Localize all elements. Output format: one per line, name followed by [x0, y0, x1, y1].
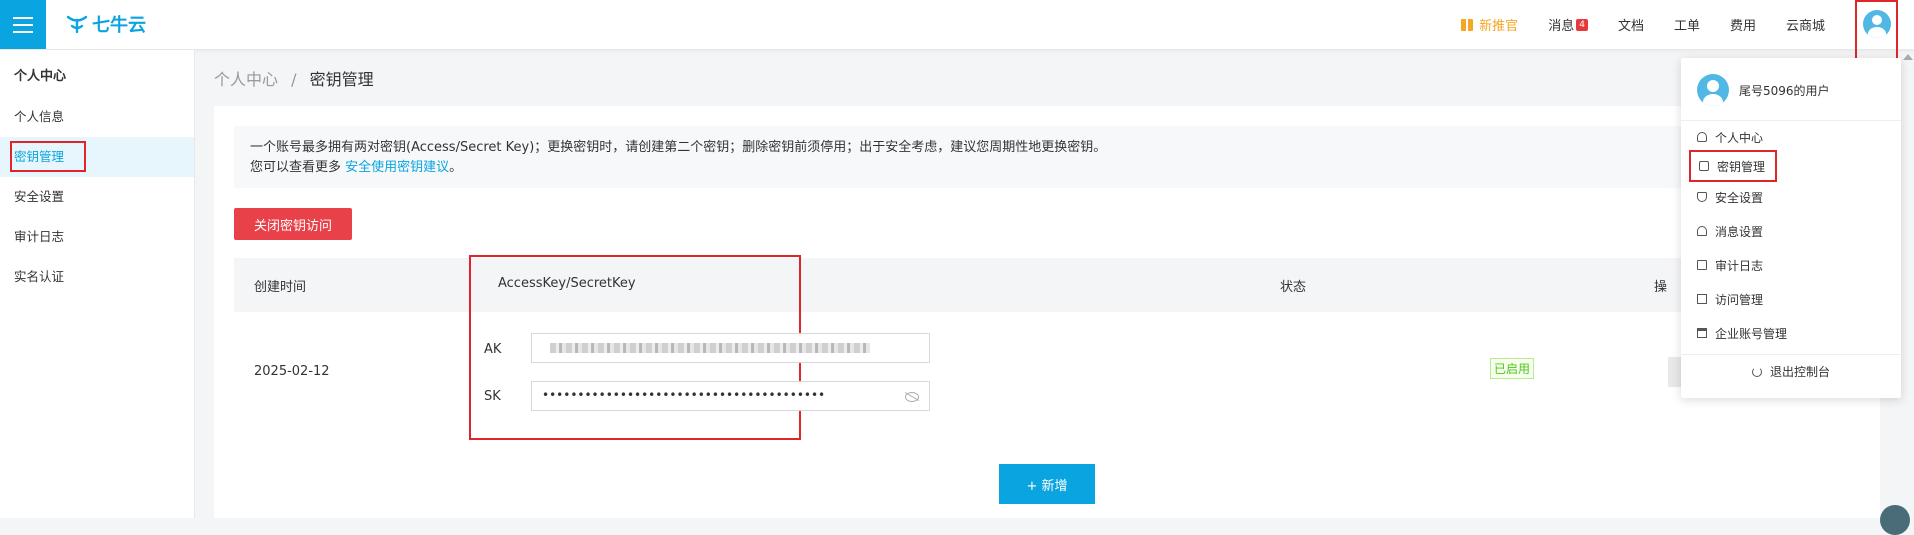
sidebar-item-security[interactable]: 安全设置	[0, 177, 194, 217]
brand-logo[interactable]: 七牛云	[66, 10, 146, 38]
dropdown-item-label: 个人中心	[1715, 130, 1764, 145]
person-icon	[1697, 132, 1707, 142]
avatar	[1862, 10, 1891, 38]
dropdown-user-info: 尾号5096的用户	[1697, 74, 1830, 106]
nav-messages-label: 消息	[1548, 19, 1575, 34]
nav-promo-label: 新推官	[1479, 19, 1519, 34]
dropdown-item-label: 密钥管理	[1717, 159, 1766, 174]
add-key-button[interactable]: + 新增	[999, 464, 1095, 504]
dropdown-item-label: 企业账号管理	[1715, 326, 1788, 341]
qiniu-logo-icon	[66, 15, 88, 34]
info-notice: 一个账号最多拥有两对密钥(Access/Secret Key)；更换密钥时，请创…	[234, 126, 1854, 188]
notice-suffix: 。	[449, 160, 463, 175]
power-icon	[1751, 366, 1762, 377]
column-created: 创建时间	[254, 280, 307, 295]
logout-button[interactable]: 退出控制台	[1681, 363, 1901, 380]
divider	[1681, 120, 1901, 121]
dropdown-item-profile[interactable]: 个人中心	[1697, 127, 1763, 147]
divider	[1681, 354, 1901, 355]
nav-messages[interactable]: 消息 4	[1548, 15, 1588, 34]
sidebar-item-keys[interactable]: 密钥管理	[0, 137, 194, 177]
shield-icon	[1697, 192, 1707, 202]
close-key-access-button[interactable]: 关闭密钥访问	[234, 208, 352, 240]
avatar	[1697, 74, 1729, 106]
support-chat-avatar[interactable]	[1880, 505, 1910, 535]
nav-tickets[interactable]: 工单	[1674, 15, 1700, 34]
brand-logo-text: 七牛云	[92, 15, 146, 36]
security-advice-link[interactable]: 安全使用密钥建议	[345, 160, 449, 175]
caret-up-icon	[1903, 54, 1913, 60]
menu-toggle-button[interactable]	[0, 0, 46, 49]
dropdown-item-audit[interactable]: 审计日志	[1697, 255, 1763, 275]
nav-promo[interactable]: 新推官	[1461, 15, 1518, 34]
dropdown-item-enterprise[interactable]: 企业账号管理	[1697, 323, 1787, 343]
access-key-field[interactable]	[531, 333, 930, 363]
notice-line-2: 您可以查看更多 安全使用密钥建议。	[250, 158, 1838, 178]
breadcrumb: 个人中心 / 密钥管理	[214, 66, 374, 90]
access-key-redacted	[550, 343, 870, 353]
bell-icon	[1697, 226, 1707, 236]
gift-icon	[1461, 18, 1474, 31]
sidebar-item-label: 密钥管理	[10, 141, 87, 172]
secret-key-masked: ••••••••••••••••••••••••••••••••••••••••	[542, 388, 826, 402]
status-badge: 已启用	[1490, 358, 1535, 379]
eye-off-icon[interactable]	[905, 392, 919, 402]
column-status: 状态	[1280, 280, 1307, 295]
key-management-card: 一个账号最多拥有两对密钥(Access/Secret Key)；更换密钥时，请创…	[214, 106, 1880, 518]
dropdown-item-security[interactable]: 安全设置	[1697, 187, 1763, 207]
notice-line-1: 一个账号最多拥有两对密钥(Access/Secret Key)；更换密钥时，请创…	[250, 140, 1107, 155]
nav-billing[interactable]: 费用	[1730, 15, 1756, 34]
logout-label: 退出控制台	[1769, 365, 1830, 379]
breadcrumb-parent[interactable]: 个人中心	[214, 70, 278, 89]
sidebar: 个人中心 个人信息 密钥管理 安全设置 审计日志 实名认证	[0, 50, 195, 518]
lock-icon	[1699, 161, 1709, 171]
access-icon	[1697, 294, 1707, 304]
top-nav: 新推官 消息 4 文档 工单 费用 云商城	[1461, 0, 1914, 62]
dropdown-item-label: 审计日志	[1715, 258, 1764, 273]
column-ops: 操	[1654, 280, 1668, 295]
building-icon	[1697, 328, 1707, 338]
sidebar-item-audit-log[interactable]: 审计日志	[0, 217, 194, 257]
ak-label: AK	[484, 342, 502, 357]
user-dropdown-menu: 尾号5096的用户 个人中心 密钥管理 安全设置 消息设置 审计日志 访问管理 …	[1681, 54, 1913, 398]
dropdown-item-messages[interactable]: 消息设置	[1697, 221, 1763, 241]
breadcrumb-current: 密钥管理	[309, 70, 374, 89]
hamburger-line	[13, 30, 33, 33]
dropdown-item-access[interactable]: 访问管理	[1697, 289, 1763, 309]
sidebar-title: 个人中心	[14, 69, 67, 84]
top-bar: 七牛云 新推官 消息 4 文档 工单 费用 云商城	[0, 0, 1914, 62]
row-created-date: 2025-02-12	[254, 364, 330, 379]
messages-count-badge: 4	[1576, 18, 1588, 31]
nav-marketplace[interactable]: 云商城	[1786, 15, 1825, 34]
notice-prefix: 您可以查看更多	[250, 160, 346, 175]
dropdown-item-keys[interactable]: 密钥管理	[1689, 150, 1778, 182]
dropdown-item-label: 消息设置	[1715, 224, 1764, 239]
sidebar-item-profile[interactable]: 个人信息	[0, 97, 194, 137]
secret-key-field[interactable]: ••••••••••••••••••••••••••••••••••••••••	[531, 381, 930, 411]
dropdown-username: 尾号5096的用户	[1739, 83, 1830, 98]
nav-docs[interactable]: 文档	[1618, 15, 1644, 34]
dropdown-item-label: 访问管理	[1715, 292, 1764, 307]
hamburger-line	[13, 23, 33, 26]
user-avatar-button[interactable]	[1855, 0, 1898, 62]
sk-label: SK	[484, 389, 501, 404]
dropdown-item-label: 安全设置	[1715, 190, 1764, 205]
hamburger-line	[13, 16, 33, 19]
monitor-icon	[1697, 260, 1707, 270]
breadcrumb-separator: /	[291, 70, 297, 89]
sidebar-item-verification[interactable]: 实名认证	[0, 257, 194, 297]
